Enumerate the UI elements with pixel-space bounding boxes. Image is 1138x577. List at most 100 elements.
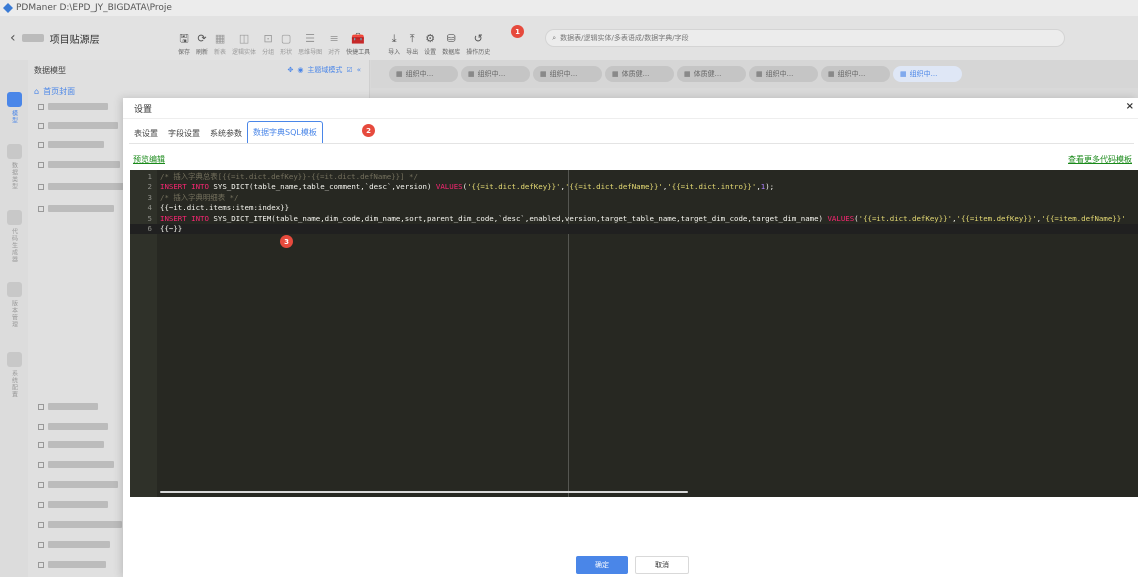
tree-item[interactable]	[38, 460, 114, 469]
dialog-header: 设置 ×	[123, 98, 1138, 119]
tree-item[interactable]	[38, 540, 110, 549]
toolbar-label: 导入	[388, 49, 401, 56]
tab-0[interactable]: 表设置	[129, 123, 163, 143]
rail-codegen[interactable]: 代码生成器	[4, 210, 24, 263]
code-text: INSERT INTO SYS_DICT(table_name,table_co…	[160, 182, 775, 192]
toolbar-refresh-button[interactable]: ⟳ 刷新	[193, 24, 211, 56]
more-templates-link[interactable]: 查看更多代码模板	[1068, 154, 1132, 165]
grid-icon: ▦	[540, 70, 547, 78]
table-icon	[38, 122, 44, 129]
code-text: {{~}}	[160, 224, 183, 233]
file-tab[interactable]: ▦ 组织中...	[749, 66, 818, 82]
rail-datatype[interactable]: 数据类型	[4, 144, 24, 190]
table-icon	[38, 441, 44, 448]
file-tab[interactable]: ▦ 组织中...	[893, 66, 962, 82]
code-line[interactable]: 5 INSERT INTO SYS_DICT_ITEM(table_name,di…	[130, 214, 1138, 224]
tree-item[interactable]	[38, 500, 108, 509]
tree-item-redacted	[48, 541, 110, 548]
tree-home[interactable]: ⌂ 首页封面	[34, 86, 75, 97]
tree-item[interactable]	[38, 182, 128, 191]
tree-item[interactable]	[38, 520, 122, 529]
app-logo-icon	[3, 3, 13, 13]
rail-model[interactable]: 模型	[4, 92, 24, 124]
global-search[interactable]: ⌕ 数据表/逻辑实体/多表语成/数据字典/字段	[545, 29, 1066, 47]
new-table-icon: ▦	[214, 32, 226, 45]
preview-edit-link[interactable]: 预览编辑	[133, 154, 165, 165]
tree-item[interactable]	[38, 440, 104, 449]
file-tab[interactable]: ▦ 体质健...	[677, 66, 746, 82]
toolbar-toolbox-button[interactable]: 🧰 快捷工具	[343, 24, 373, 56]
code-line[interactable]: 2 INSERT INTO SYS_DICT(table_name,table_c…	[130, 182, 1138, 192]
code-line[interactable]: 3 /* 插入字典明细表 */	[130, 193, 1138, 203]
tab-1[interactable]: 字段设置	[163, 123, 205, 143]
export-icon: ⤒	[409, 32, 415, 45]
collapse-icon[interactable]: «	[357, 66, 361, 74]
tree-item[interactable]	[38, 102, 108, 111]
tree-item[interactable]	[38, 140, 104, 149]
chevron-left-icon[interactable]: ‹	[10, 30, 16, 46]
tree-item[interactable]	[38, 402, 98, 411]
cancel-button[interactable]: 取消	[635, 556, 689, 574]
toolbar-label: 刷新	[196, 49, 209, 56]
toolbar-shape-button[interactable]: ▢ 形状	[277, 24, 295, 56]
tree-mode[interactable]: ✥ ◉ 主题域模式 ☑ «	[287, 65, 361, 75]
table-icon	[38, 141, 44, 148]
toolbar-label: 快捷工具	[346, 49, 371, 56]
toolbar-label: 分组	[262, 49, 275, 56]
toolbar-gear-button[interactable]: ⚙ 设置	[421, 24, 439, 56]
rail-sysconfig[interactable]: 系统配置	[4, 352, 24, 398]
tree-item-redacted	[48, 561, 106, 568]
tree-item[interactable]	[38, 560, 106, 569]
toolbar-database-button[interactable]: ⛁ 数据库	[439, 24, 463, 56]
tree-home-label: 首页封面	[43, 87, 76, 96]
tree-item[interactable]	[38, 204, 114, 213]
code-text: /* 插入字典总表[{{=it.dict.defKey}}-{{=it.dict…	[160, 172, 418, 181]
tree-item[interactable]	[38, 422, 108, 431]
table-icon	[38, 403, 44, 410]
file-tab[interactable]: ▦ 组织中...	[821, 66, 890, 82]
toolbar-align-button[interactable]: ≡ 对齐	[325, 24, 343, 56]
toolbar-import-button[interactable]: ⤓ 导入	[385, 24, 403, 56]
project-back[interactable]: ‹ 项目贴源层	[0, 30, 125, 46]
tree-mode-label: 主题域模式	[307, 66, 343, 74]
eye-icon[interactable]: ◉	[297, 66, 303, 74]
file-tab[interactable]: ▦ 组织中...	[461, 66, 530, 82]
sql-template-editor[interactable]: 1 /* 插入字典总表[{{=it.dict.defKey}}-{{=it.dic…	[130, 170, 1138, 497]
toolbar-save-button[interactable]: 🖫 保存	[175, 24, 193, 56]
rail-version[interactable]: 版本管理	[4, 282, 24, 328]
toolbar-group-button[interactable]: ⊡ 分组	[259, 24, 277, 56]
search-input[interactable]: 数据表/逻辑实体/多表语成/数据字典/字段	[560, 33, 688, 43]
save-icon: 🖫	[179, 32, 189, 45]
tree-item[interactable]	[38, 480, 118, 489]
ok-button[interactable]: 确定	[576, 556, 628, 574]
checkbox-icon[interactable]: ☑	[346, 66, 352, 74]
close-icon[interactable]: ×	[1126, 101, 1134, 112]
toolbar-export-button[interactable]: ⤒ 导出	[403, 24, 421, 56]
file-tab[interactable]: ▦ 体质健...	[605, 66, 674, 82]
file-tab[interactable]: ▦ 组织中...	[389, 66, 458, 82]
toolbar-mindmap-button[interactable]: ☰ 思维导图	[295, 24, 325, 56]
grid-icon: ▦	[396, 70, 403, 78]
settings-tabs: 表设置 字段设置 系统参数 数据字典SQL模板	[129, 121, 1134, 144]
editor-horizontal-scrollbar[interactable]	[160, 491, 688, 493]
code-line[interactable]: 4 {{~it.dict.items:item:index}}	[130, 203, 1138, 213]
model-icon	[6, 92, 22, 107]
code-text: {{~it.dict.items:item:index}}	[160, 203, 290, 213]
toolbar-label: 逻辑实体	[232, 49, 257, 56]
file-tab[interactable]: ▦ 组织中...	[533, 66, 602, 82]
gear-icon: ⚙	[425, 32, 436, 45]
database-icon: ⛁	[446, 32, 456, 45]
toolbar-new-table-button[interactable]: ▦ 新表	[211, 24, 229, 56]
tree-item[interactable]	[38, 160, 120, 169]
toolbar-history-button[interactable]: ↺ 操作历史	[463, 24, 493, 56]
tab-2[interactable]: 系统参数	[205, 123, 247, 143]
tab-3[interactable]: 数据字典SQL模板	[247, 121, 323, 143]
datatype-icon	[6, 144, 22, 159]
table-icon	[38, 183, 44, 190]
code-line[interactable]: 1 /* 插入字典总表[{{=it.dict.defKey}}-{{=it.dic…	[130, 172, 1138, 182]
code-line[interactable]: 6 {{~}}	[130, 224, 1138, 234]
tree-item[interactable]	[38, 121, 118, 130]
line-number: 6	[147, 224, 152, 233]
target-icon[interactable]: ✥	[287, 66, 293, 74]
toolbar-entity-button[interactable]: ◫ 逻辑实体	[229, 24, 259, 56]
